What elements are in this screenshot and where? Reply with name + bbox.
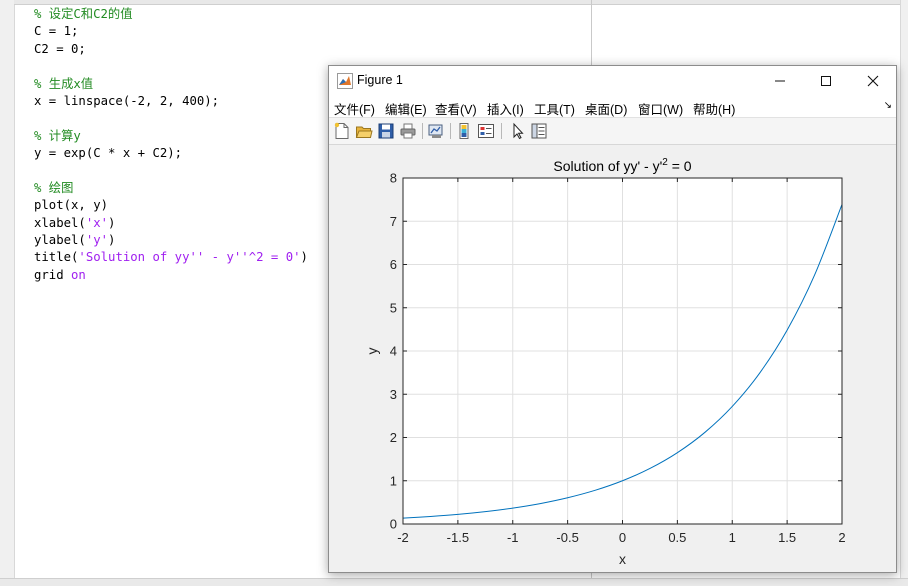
code-line[interactable]: y = exp(C * x + C2); bbox=[34, 145, 308, 162]
code-line[interactable]: ylabel('y') bbox=[34, 232, 308, 249]
x-axis-label: x bbox=[619, 551, 626, 567]
code-line[interactable]: % 生成x值 bbox=[34, 76, 308, 93]
code-token: ) bbox=[300, 250, 308, 265]
code-line[interactable]: % 绘图 bbox=[34, 180, 308, 197]
menu-view[interactable]: 查看(V) bbox=[435, 99, 477, 118]
editor-tab-strip bbox=[14, 0, 908, 5]
chart-title-end: = 0 bbox=[668, 158, 692, 174]
code-line[interactable]: title('Solution of yy'' - y''^2 = 0') bbox=[34, 249, 308, 266]
code-line[interactable] bbox=[34, 58, 308, 75]
y-tick-label: 4 bbox=[390, 344, 397, 359]
code-line[interactable]: grid on bbox=[34, 267, 308, 284]
code-line[interactable]: C = 1; bbox=[34, 23, 308, 40]
x-tick-label: -1.5 bbox=[447, 530, 469, 545]
code-token: ) bbox=[108, 233, 116, 248]
code-token: ylabel( bbox=[34, 233, 86, 248]
menu-tools[interactable]: 工具(T) bbox=[534, 99, 575, 118]
y-tick-label: 3 bbox=[390, 387, 397, 402]
menu-insert[interactable]: 插入(I) bbox=[487, 99, 524, 118]
code-comment: % 绘图 bbox=[34, 180, 74, 195]
property-inspector-icon[interactable] bbox=[530, 122, 548, 140]
figure-title: Figure 1 bbox=[357, 73, 403, 87]
code-line[interactable] bbox=[34, 163, 308, 180]
code-line[interactable]: xlabel('x') bbox=[34, 215, 308, 232]
code-line[interactable] bbox=[34, 110, 308, 127]
y-tick-label: 7 bbox=[390, 214, 397, 229]
new-figure-icon[interactable] bbox=[333, 122, 351, 140]
print-icon[interactable] bbox=[399, 122, 417, 140]
figure-window[interactable]: Figure 1 文件(F) 编辑(E) 查看(V) 插入(I) 工具(T) 桌… bbox=[328, 65, 897, 573]
menu-expand-icon[interactable]: ↘ bbox=[884, 100, 892, 111]
x-tick-label: -1 bbox=[507, 530, 519, 545]
menu-desktop[interactable]: 桌面(D) bbox=[585, 99, 627, 118]
y-tick-label: 6 bbox=[390, 257, 397, 272]
toolbar-separator bbox=[501, 123, 502, 139]
plot-area[interactable]: -2 -1.5 -1 -0.5 0 0.5 1 1.5 2 0 1 2 3 4 5 6 7 8 Solution … bbox=[329, 145, 896, 572]
code-token: ) bbox=[108, 215, 116, 230]
editor-scrollbar[interactable] bbox=[900, 0, 908, 585]
x-tick-label: 0 bbox=[619, 530, 626, 545]
close-icon bbox=[867, 75, 879, 86]
code-token: plot(x, y) bbox=[34, 198, 109, 213]
code-token: C2 = 0; bbox=[34, 41, 86, 56]
x-tick-label: -2 bbox=[397, 530, 409, 545]
y-axis-label: y bbox=[364, 348, 380, 355]
toolbar-separator bbox=[422, 123, 423, 139]
figure-toolbar bbox=[329, 118, 896, 145]
minimize-icon bbox=[775, 80, 785, 81]
code-token: C = 1; bbox=[34, 24, 79, 39]
x-tick-label: 1 bbox=[729, 530, 736, 545]
maximize-button[interactable] bbox=[803, 66, 849, 95]
figure-titlebar[interactable]: Figure 1 bbox=[329, 66, 896, 95]
save-icon[interactable] bbox=[377, 122, 395, 140]
editor-gutter bbox=[0, 0, 15, 585]
code-token: y = exp(C * x + C2); bbox=[34, 146, 183, 161]
code-token: xlabel( bbox=[34, 215, 86, 230]
link-plot-icon[interactable] bbox=[427, 122, 445, 140]
maximize-icon bbox=[821, 75, 831, 86]
open-file-icon[interactable] bbox=[355, 122, 373, 140]
chart-title-main: Solution of yy' - y' bbox=[553, 158, 662, 174]
insert-legend-icon[interactable] bbox=[477, 122, 495, 140]
toolbar-separator bbox=[450, 123, 451, 139]
menu-file[interactable]: 文件(F) bbox=[334, 99, 375, 118]
x-tick-label: -0.5 bbox=[556, 530, 578, 545]
matlab-logo-icon bbox=[337, 73, 353, 89]
code-string: 'Solution of yy'' - y''^2 = 0' bbox=[78, 250, 301, 265]
close-button[interactable] bbox=[850, 66, 896, 95]
x-tick-label: 2 bbox=[838, 530, 845, 545]
code-token: title( bbox=[34, 250, 79, 265]
code-string: on bbox=[71, 267, 86, 282]
code-token: grid bbox=[34, 267, 72, 282]
code-line[interactable]: % 设定C和C2的值 bbox=[34, 6, 308, 23]
menu-window[interactable]: 窗口(W) bbox=[638, 99, 683, 118]
chart-title: Solution of yy' - y'2 = 0 bbox=[553, 157, 691, 174]
menu-edit[interactable]: 编辑(E) bbox=[385, 99, 427, 118]
insert-colorbar-icon[interactable] bbox=[455, 122, 473, 140]
minimize-button[interactable] bbox=[757, 66, 803, 95]
code-comment: % 生成x值 bbox=[34, 76, 94, 91]
code-line[interactable]: % 计算y bbox=[34, 128, 308, 145]
y-tick-label: 8 bbox=[390, 171, 397, 186]
code-comment: % 设定C和C2的值 bbox=[34, 7, 133, 21]
code-line[interactable]: x = linspace(-2, 2, 400); bbox=[34, 93, 308, 110]
figure-menubar: 文件(F) 编辑(E) 查看(V) 插入(I) 工具(T) 桌面(D) 窗口(W… bbox=[329, 95, 896, 118]
figure-canvas[interactable]: -2 -1.5 -1 -0.5 0 0.5 1 1.5 2 0 1 2 3 4 5 6 7 8 Solution … bbox=[329, 145, 896, 572]
edit-plot-icon[interactable] bbox=[509, 122, 527, 140]
menu-help[interactable]: 帮助(H) bbox=[693, 99, 735, 118]
code-string: 'y' bbox=[85, 233, 109, 248]
code-text[interactable]: % 设定C和C2的值 C = 1; C2 = 0; % 生成x值 x = linspac… bbox=[34, 6, 308, 284]
code-line[interactable]: plot(x, y) bbox=[34, 197, 308, 214]
code-line[interactable]: C2 = 0; bbox=[34, 41, 308, 58]
y-tick-label: 0 bbox=[390, 517, 397, 532]
code-string: 'x' bbox=[85, 215, 109, 230]
code-token: x = linspace(-2, 2, 400); bbox=[34, 93, 220, 108]
code-comment: % 计算y bbox=[34, 128, 81, 143]
x-tick-label: 1.5 bbox=[778, 530, 796, 545]
x-tick-label: 0.5 bbox=[668, 530, 686, 545]
y-tick-label: 2 bbox=[390, 430, 397, 445]
y-tick-label: 1 bbox=[390, 473, 397, 488]
y-tick-label: 5 bbox=[390, 300, 397, 315]
